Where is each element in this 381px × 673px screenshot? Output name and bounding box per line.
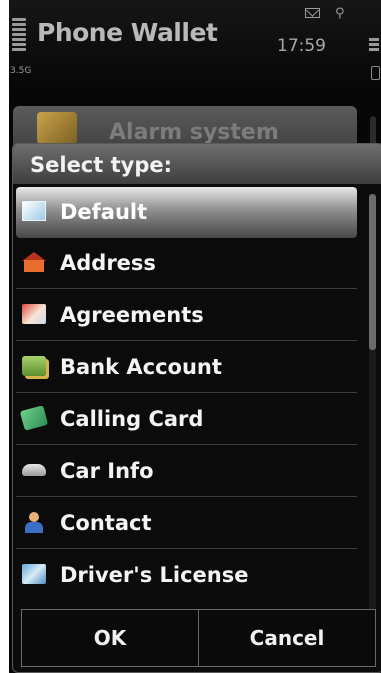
- battery-icon: [369, 38, 379, 53]
- type-option-agreements[interactable]: Agreements: [16, 290, 357, 341]
- option-label: Car Info: [60, 459, 154, 483]
- signal-strength-icon: [12, 18, 26, 53]
- type-option-car-info[interactable]: Car Info: [16, 446, 357, 497]
- option-label: Default: [60, 200, 148, 224]
- house-icon: [22, 252, 46, 272]
- option-label: Agreements: [60, 303, 204, 327]
- option-label: Driver's License: [60, 563, 249, 587]
- option-label: Address: [60, 251, 156, 275]
- type-option-default[interactable]: Default: [16, 187, 357, 238]
- cancel-button[interactable]: Cancel: [198, 609, 376, 667]
- app-title: Phone Wallet: [37, 18, 218, 47]
- profile-icon: ⚲: [335, 6, 345, 21]
- car-icon: [22, 464, 46, 476]
- id-card-icon: [22, 564, 46, 584]
- option-label: Contact: [60, 511, 152, 535]
- type-option-address[interactable]: Address: [16, 238, 357, 289]
- default-icon: [22, 201, 46, 221]
- list-scrollbar[interactable]: [369, 194, 376, 614]
- status-bar: Phone Wallet 3.5G ⚲ 17:59: [9, 0, 381, 100]
- option-label: Calling Card: [60, 407, 204, 431]
- clock: 17:59: [277, 36, 326, 56]
- type-option-calling-card[interactable]: Calling Card: [16, 394, 357, 445]
- dialog-buttons: OK Cancel: [21, 609, 376, 667]
- mail-icon: [305, 8, 320, 18]
- type-option-bank-account[interactable]: Bank Account: [16, 342, 357, 393]
- scrollbar-thumb[interactable]: [369, 194, 376, 350]
- phone-screen: Phone Wallet 3.5G ⚲ 17:59 Alarm system S…: [9, 0, 381, 673]
- ok-button[interactable]: OK: [21, 609, 199, 667]
- type-option-contact[interactable]: Contact: [16, 498, 357, 549]
- person-icon: [22, 512, 46, 533]
- dialog-header: Select type:: [13, 144, 381, 184]
- dialog-title: Select type:: [30, 153, 173, 177]
- folder-icon: [37, 112, 77, 144]
- option-label: Bank Account: [60, 355, 222, 379]
- card-icon: [19, 405, 49, 431]
- type-option-drivers-license[interactable]: Driver's License: [16, 550, 357, 601]
- document-icon: [22, 304, 46, 324]
- network-type: 3.5G: [10, 66, 32, 76]
- money-icon: [22, 356, 46, 376]
- options-icon[interactable]: [371, 66, 380, 80]
- background-item-label: Alarm system: [109, 120, 279, 145]
- select-type-dialog: Select type: Default Address Agreements …: [12, 143, 381, 673]
